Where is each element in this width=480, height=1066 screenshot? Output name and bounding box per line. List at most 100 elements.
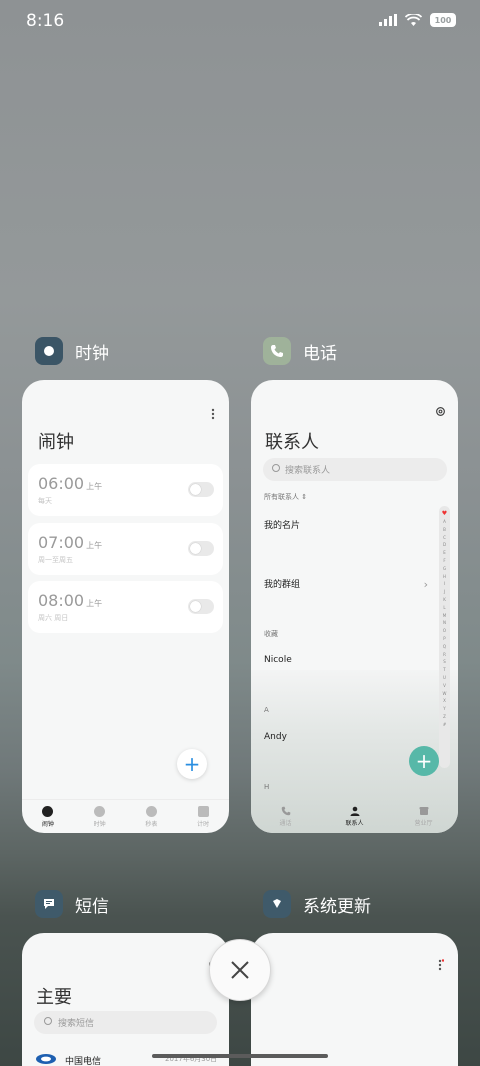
search-icon [272, 464, 280, 472]
alarm-toggle[interactable] [188, 599, 214, 614]
index-letter[interactable]: P [443, 635, 445, 643]
battery-icon: 100 [430, 13, 456, 27]
clock-app-card[interactable]: 闹钟 06:00 上午 每天 07:00 上午 周一至周五 08:00 上午 周六 周… [22, 380, 229, 833]
tab-label: 秒表 [145, 820, 158, 828]
app-label-update[interactable]: 系统更新 [263, 890, 371, 918]
tab-clock[interactable]: 时钟 [74, 800, 126, 833]
tab-contacts[interactable]: 联系人 [320, 799, 389, 833]
clock-app-icon [35, 337, 63, 365]
index-letter[interactable]: H [443, 573, 446, 581]
index-letter[interactable]: Y [443, 705, 445, 713]
index-letter[interactable]: V [443, 682, 446, 690]
phone-bottom-nav: 通话 联系人 营业厅 [251, 799, 458, 833]
index-letter[interactable]: # [443, 721, 446, 729]
index-letter[interactable]: C [443, 534, 446, 542]
close-icon [231, 961, 249, 979]
contacts-search-input[interactable]: 搜索联系人 [263, 458, 447, 481]
app-name-update: 系统更新 [303, 896, 371, 917]
tab-timer[interactable]: 计时 [177, 800, 229, 833]
tab-label: 时钟 [93, 820, 106, 828]
more-options-icon[interactable] [211, 408, 215, 420]
home-indicator[interactable] [152, 1054, 328, 1058]
app-name-sms: 短信 [75, 896, 109, 917]
alarm-toggle[interactable] [188, 482, 214, 497]
alarm-item[interactable]: 06:00 上午 每天 [28, 464, 223, 516]
more-options-icon[interactable] [438, 959, 444, 971]
alarm-repeat: 周六 周日 [38, 614, 69, 622]
add-contact-button[interactable]: + [409, 746, 439, 776]
index-letter[interactable]: M [443, 612, 446, 620]
contacts-page-title: 联系人 [265, 432, 319, 453]
person-icon [350, 806, 359, 816]
index-letter[interactable]: W [443, 690, 447, 698]
alarm-repeat: 每天 [38, 497, 52, 505]
index-letter[interactable]: D [443, 541, 446, 549]
alarm-toggle[interactable] [188, 541, 214, 556]
index-letter[interactable]: R [443, 651, 446, 659]
index-letter[interactable]: F [443, 557, 445, 565]
app-label-phone[interactable]: 电话 [263, 337, 337, 365]
index-letter[interactable]: J [444, 588, 445, 596]
alarm-item[interactable]: 07:00 上午 周一至周五 [28, 523, 223, 575]
index-letter[interactable]: I [444, 580, 445, 588]
wifi-icon [405, 13, 422, 26]
contact-row[interactable]: Nicole [264, 655, 292, 665]
alarm-item[interactable]: 08:00 上午 周六 周日 [28, 581, 223, 633]
my-groups-row[interactable]: 我的群组 [264, 577, 300, 590]
clock-icon [94, 805, 106, 817]
index-letter[interactable]: T [443, 666, 445, 674]
section-header: H [264, 783, 270, 791]
contacts-filter[interactable]: 所有联系人 ⇕ [264, 492, 307, 502]
search-placeholder: 搜索短信 [58, 1019, 95, 1029]
message-sender: 中国电信 [65, 1057, 102, 1066]
index-letter[interactable]: G [443, 565, 446, 573]
phone-app-card[interactable]: 联系人 搜索联系人 所有联系人 ⇕ 我的名片 我的群组 › 收藏 Nicole … [251, 380, 458, 833]
app-label-clock[interactable]: 时钟 [35, 337, 109, 365]
index-letter[interactable]: E [443, 549, 446, 557]
clock-bottom-nav: 闹钟 时钟 秒表 计时 [22, 799, 229, 833]
sms-app-icon [35, 890, 63, 918]
app-name-phone: 电话 [303, 343, 337, 364]
tab-calls[interactable]: 通话 [251, 799, 320, 833]
section-header: A [264, 706, 269, 714]
tab-alarm[interactable]: 闹钟 [22, 800, 74, 833]
status-bar: 8:16 100 [0, 0, 480, 44]
search-placeholder: 搜索联系人 [285, 466, 331, 476]
index-letter[interactable]: O [443, 627, 446, 635]
index-letter[interactable]: B [443, 526, 446, 534]
add-alarm-button[interactable]: + [177, 749, 207, 779]
stopwatch-icon [145, 805, 157, 817]
sort-icon: ⇕ [301, 493, 308, 501]
index-letter[interactable]: U [443, 674, 446, 682]
favorites-heart-icon: ♥ [441, 510, 448, 517]
index-letter[interactable]: X [443, 697, 446, 705]
search-icon [44, 1017, 52, 1025]
alarm-time: 06:00 [38, 474, 85, 493]
tab-stopwatch[interactable]: 秒表 [126, 800, 178, 833]
alphabet-index-scrollbar[interactable]: ♥ A B C D E F G H I J K L M N O P Q R S T U V W X Y Z # [439, 506, 450, 768]
filter-label: 所有联系人 [264, 493, 299, 501]
tab-label: 闹钟 [41, 820, 54, 828]
index-letter[interactable]: K [443, 596, 446, 604]
index-letter[interactable]: N [443, 619, 446, 627]
index-letter[interactable]: L [443, 604, 445, 612]
update-app-card[interactable] [251, 933, 458, 1066]
store-icon [419, 806, 428, 815]
tab-service-hall[interactable]: 营业厅 [389, 799, 458, 833]
settings-gear-icon[interactable] [435, 406, 446, 417]
sms-app-card[interactable]: 主要 搜索短信 中国电信 2017年6月30日 [22, 933, 229, 1066]
tab-label: 通话 [279, 819, 292, 827]
status-time: 8:16 [26, 11, 65, 31]
index-letter[interactable]: A [443, 518, 446, 526]
phone-app-icon [263, 337, 291, 365]
index-letter[interactable]: Z [443, 713, 446, 721]
contact-row[interactable]: Andy [264, 732, 287, 742]
clear-all-button[interactable] [209, 939, 271, 1001]
sms-search-input[interactable]: 搜索短信 [34, 1011, 217, 1034]
index-letter[interactable]: S [443, 658, 446, 666]
clock-page-title: 闹钟 [38, 432, 74, 453]
app-label-sms[interactable]: 短信 [35, 890, 109, 918]
my-card-row[interactable]: 我的名片 [264, 518, 300, 531]
index-letter[interactable]: Q [443, 643, 446, 651]
favorites-header: 收藏 [264, 630, 278, 638]
